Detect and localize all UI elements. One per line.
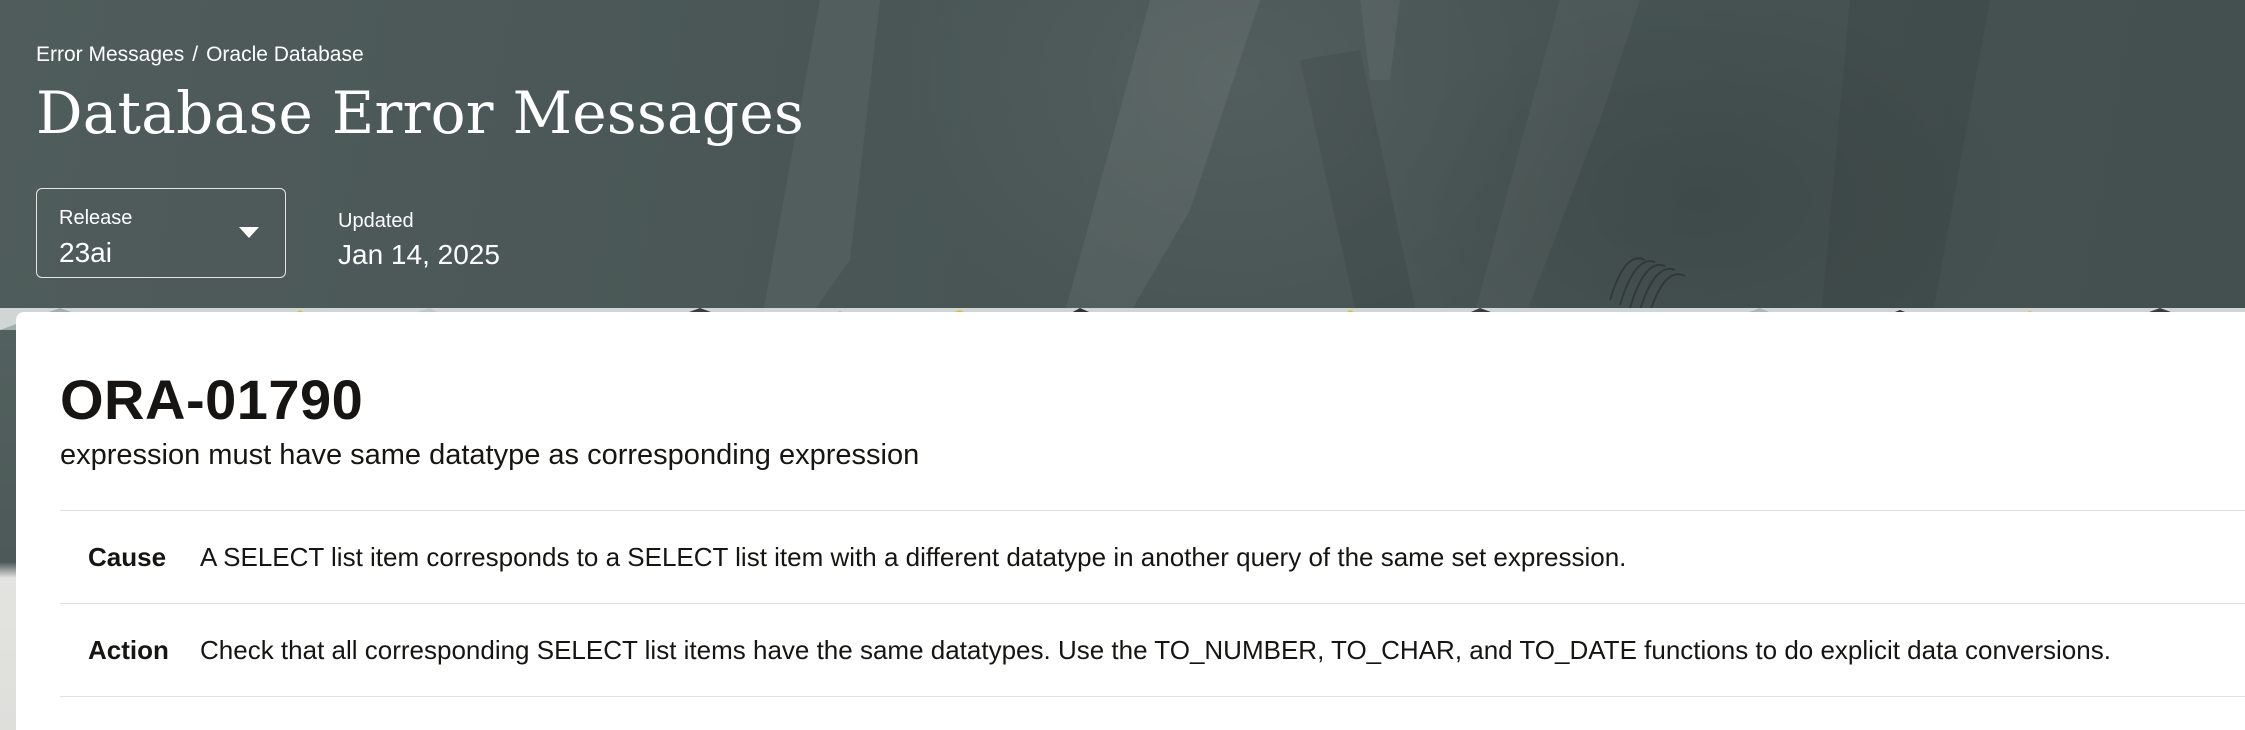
release-label: Release: [59, 207, 133, 229]
breadcrumb-item-oracle-database[interactable]: Oracle Database: [206, 43, 364, 67]
cause-label: Cause: [88, 541, 167, 572]
breadcrumb-separator: /: [192, 43, 199, 66]
detail-row-cause: Cause A SELECT list item corresponds to …: [60, 511, 2245, 604]
chevron-down-icon: [239, 227, 259, 238]
updated-date: Jan 14, 2025: [338, 239, 500, 270]
cause-text: A SELECT list item corresponds to a SELE…: [200, 541, 1627, 572]
side-decoration: [0, 330, 16, 730]
breadcrumb: Error Messages / Oracle Database: [36, 43, 364, 67]
detail-row-action: Action Check that all corresponding SELE…: [60, 604, 2245, 697]
error-message: expression must have same datatype as co…: [60, 439, 920, 471]
error-code: ORA-01790: [60, 368, 364, 431]
breadcrumb-item-error-messages[interactable]: Error Messages: [36, 43, 184, 67]
action-text: Check that all corresponding SELECT list…: [200, 634, 2111, 665]
release-value: 23ai: [59, 237, 112, 268]
hero-banner: Error Messages / Oracle Database Databas…: [0, 0, 2245, 330]
updated-info: Updated Jan 14, 2025: [338, 210, 500, 271]
action-label: Action: [88, 634, 169, 665]
error-details: Cause A SELECT list item corresponds to …: [60, 510, 2245, 697]
updated-label: Updated: [338, 210, 414, 232]
page-title: Database Error Messages: [36, 79, 805, 147]
error-card: ORA-01790 expression must have same data…: [16, 312, 2245, 730]
release-dropdown[interactable]: Release 23ai: [36, 188, 286, 278]
